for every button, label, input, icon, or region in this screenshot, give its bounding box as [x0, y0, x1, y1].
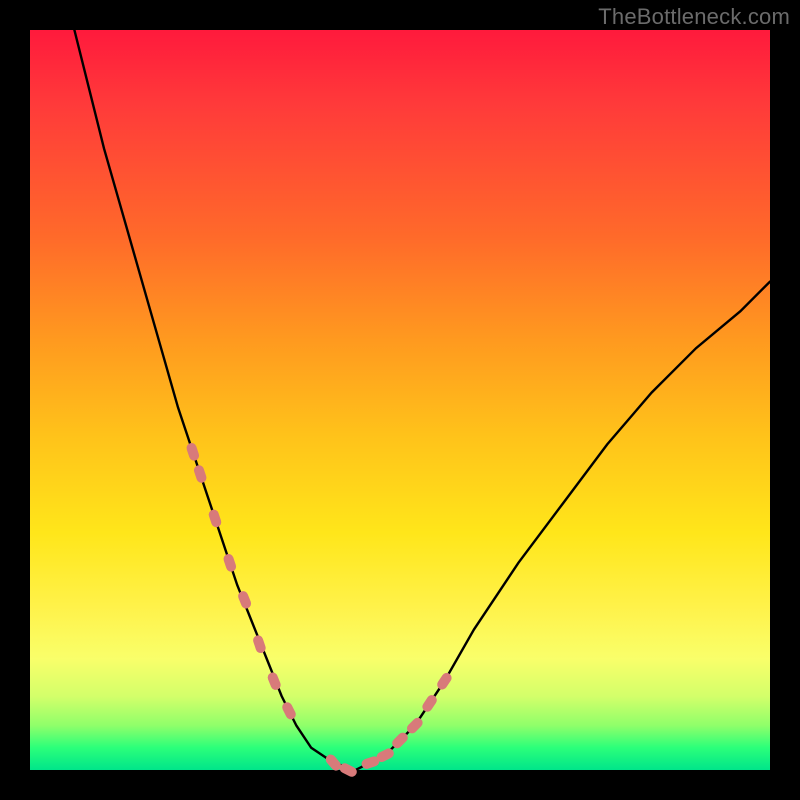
- sample-bead: [435, 671, 453, 692]
- plot-area: [30, 30, 770, 770]
- watermark-label: TheBottleneck.com: [598, 4, 790, 30]
- bottleneck-curve: [74, 30, 770, 770]
- sample-bead: [280, 701, 297, 722]
- sample-bead: [193, 464, 208, 484]
- curve-layer: [30, 30, 770, 770]
- sample-bead: [185, 442, 200, 462]
- sample-bead: [222, 553, 237, 573]
- sample-beads: [185, 442, 453, 779]
- sample-bead: [420, 693, 438, 714]
- chart-frame: TheBottleneck.com: [0, 0, 800, 800]
- sample-bead: [207, 508, 222, 528]
